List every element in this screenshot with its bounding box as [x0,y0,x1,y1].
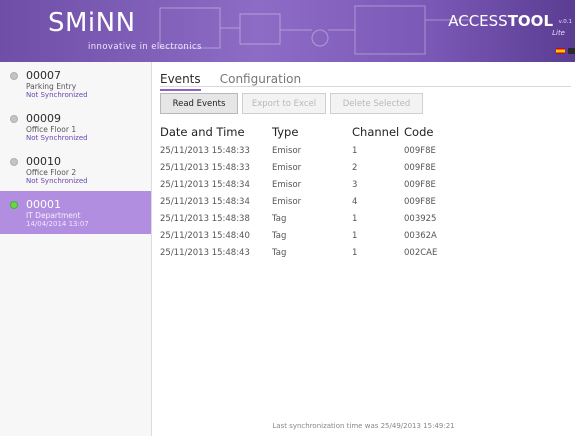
tab-events[interactable]: Events [160,72,201,91]
cell-type: Emisor [272,146,302,156]
device-id: 00001 [26,198,61,211]
spanish-flag-icon[interactable] [556,48,565,54]
cell-date-time: 25/11/2013 15:48:34 [160,197,250,207]
export-excel-button[interactable]: Export to Excel [242,93,326,114]
cell-channel: 4 [352,197,358,207]
cell-date-time: 25/11/2013 15:48:43 [160,248,250,258]
cell-type: Tag [272,231,287,241]
cell-type: Emisor [272,197,302,207]
device-sync-status: 14/04/2014 13:07 [26,220,89,228]
cell-channel: 1 [352,248,358,258]
device-id: 00007 [26,69,61,82]
brand-tagline: innovative in electronics [88,42,202,52]
cell-type: Emisor [272,180,302,190]
device-sync-status: Not Synchronized [26,177,88,185]
cell-code: 009F8E [404,180,436,190]
cell-code: 00362A [404,231,437,241]
device-sync-status: Not Synchronized [26,91,88,99]
cell-type: Tag [272,214,287,224]
cell-type: Tag [272,248,287,258]
cell-channel: 1 [352,146,358,156]
tab-divider [160,86,571,87]
cell-date-time: 25/11/2013 15:48:38 [160,214,250,224]
column-header-date-time[interactable]: Date and Time [160,125,272,139]
device-list: 00007 Parking Entry Not Synchronized 000… [0,62,152,436]
table-row[interactable]: 25/11/2013 15:48:40 Tag 1 00362A [160,228,571,245]
language-flag-icon[interactable] [568,48,575,54]
cell-date-time: 25/11/2013 15:48:33 [160,163,250,173]
device-item[interactable]: 00007 Parking Entry Not Synchronized [0,62,151,105]
version-label: v.0.1 [558,19,572,25]
table-row[interactable]: 25/11/2013 15:48:34 Emisor 4 009F8E [160,194,571,211]
cell-code: 009F8E [404,197,436,207]
device-sync-status: Not Synchronized [26,134,88,142]
product-title-suffix: TOOL [507,12,553,30]
status-dot-icon [10,72,18,80]
cell-channel: 2 [352,163,358,173]
column-header-channel[interactable]: Channel [352,125,404,139]
cell-date-time: 25/11/2013 15:48:34 [160,180,250,190]
main-panel: Events Configuration Read Events Export … [152,62,575,436]
brand-logo: SMiNN [48,8,136,38]
product-title-prefix: ACCESS [448,12,508,30]
read-events-button[interactable]: Read Events [160,93,238,114]
device-item[interactable]: 00010 Office Floor 2 Not Synchronized [0,148,151,191]
cell-date-time: 25/11/2013 15:48:33 [160,146,250,156]
cell-type: Emisor [272,163,302,173]
table-row[interactable]: 25/11/2013 15:48:34 Emisor 3 009F8E [160,177,571,194]
delete-selected-button[interactable]: Delete Selected [330,93,423,114]
table-row[interactable]: 25/11/2013 15:48:38 Tag 1 003925 [160,211,571,228]
cell-channel: 1 [352,231,358,241]
cell-code: 009F8E [404,163,436,173]
table-row[interactable]: 25/11/2013 15:48:33 Emisor 1 009F8E [160,143,571,160]
device-item-selected[interactable]: 00001 IT Department 14/04/2014 13:07 [0,191,151,234]
sync-status-text: Last synchronization time was 25/49/2013… [272,422,455,430]
device-item[interactable]: 00009 Office Floor 1 Not Synchronized [0,105,151,148]
column-header-type[interactable]: Type [272,125,352,139]
tab-bar: Events Configuration [160,68,315,91]
app-header: SMiNN innovative in electronics ACCESSTO… [0,0,575,62]
device-id: 00009 [26,112,61,125]
status-dot-icon [10,158,18,166]
table-row[interactable]: 25/11/2013 15:48:33 Emisor 2 009F8E [160,160,571,177]
events-table: 25/11/2013 15:48:33 Emisor 1 009F8E 25/11/20… [160,143,571,262]
cell-channel: 1 [352,214,358,224]
column-header-code[interactable]: Code [404,125,464,139]
online-dot-icon [10,201,18,209]
edition-label: Lite [552,29,565,37]
device-name: Office Floor 1 [26,125,77,134]
circuit-board-graphic [159,5,470,55]
cell-channel: 3 [352,180,358,190]
status-dot-icon [10,115,18,123]
device-name: IT Department [26,211,81,220]
cell-code: 002CAE [404,248,438,258]
cell-code: 003925 [404,214,437,224]
device-id: 00010 [26,155,61,168]
cell-code: 009F8E [404,146,436,156]
device-name: Parking Entry [26,82,77,91]
device-name: Office Floor 2 [26,168,77,177]
cell-date-time: 25/11/2013 15:48:40 [160,231,250,241]
product-title: ACCESSTOOL [448,12,553,30]
table-row[interactable]: 25/11/2013 15:48:43 Tag 1 002CAE [160,245,571,262]
